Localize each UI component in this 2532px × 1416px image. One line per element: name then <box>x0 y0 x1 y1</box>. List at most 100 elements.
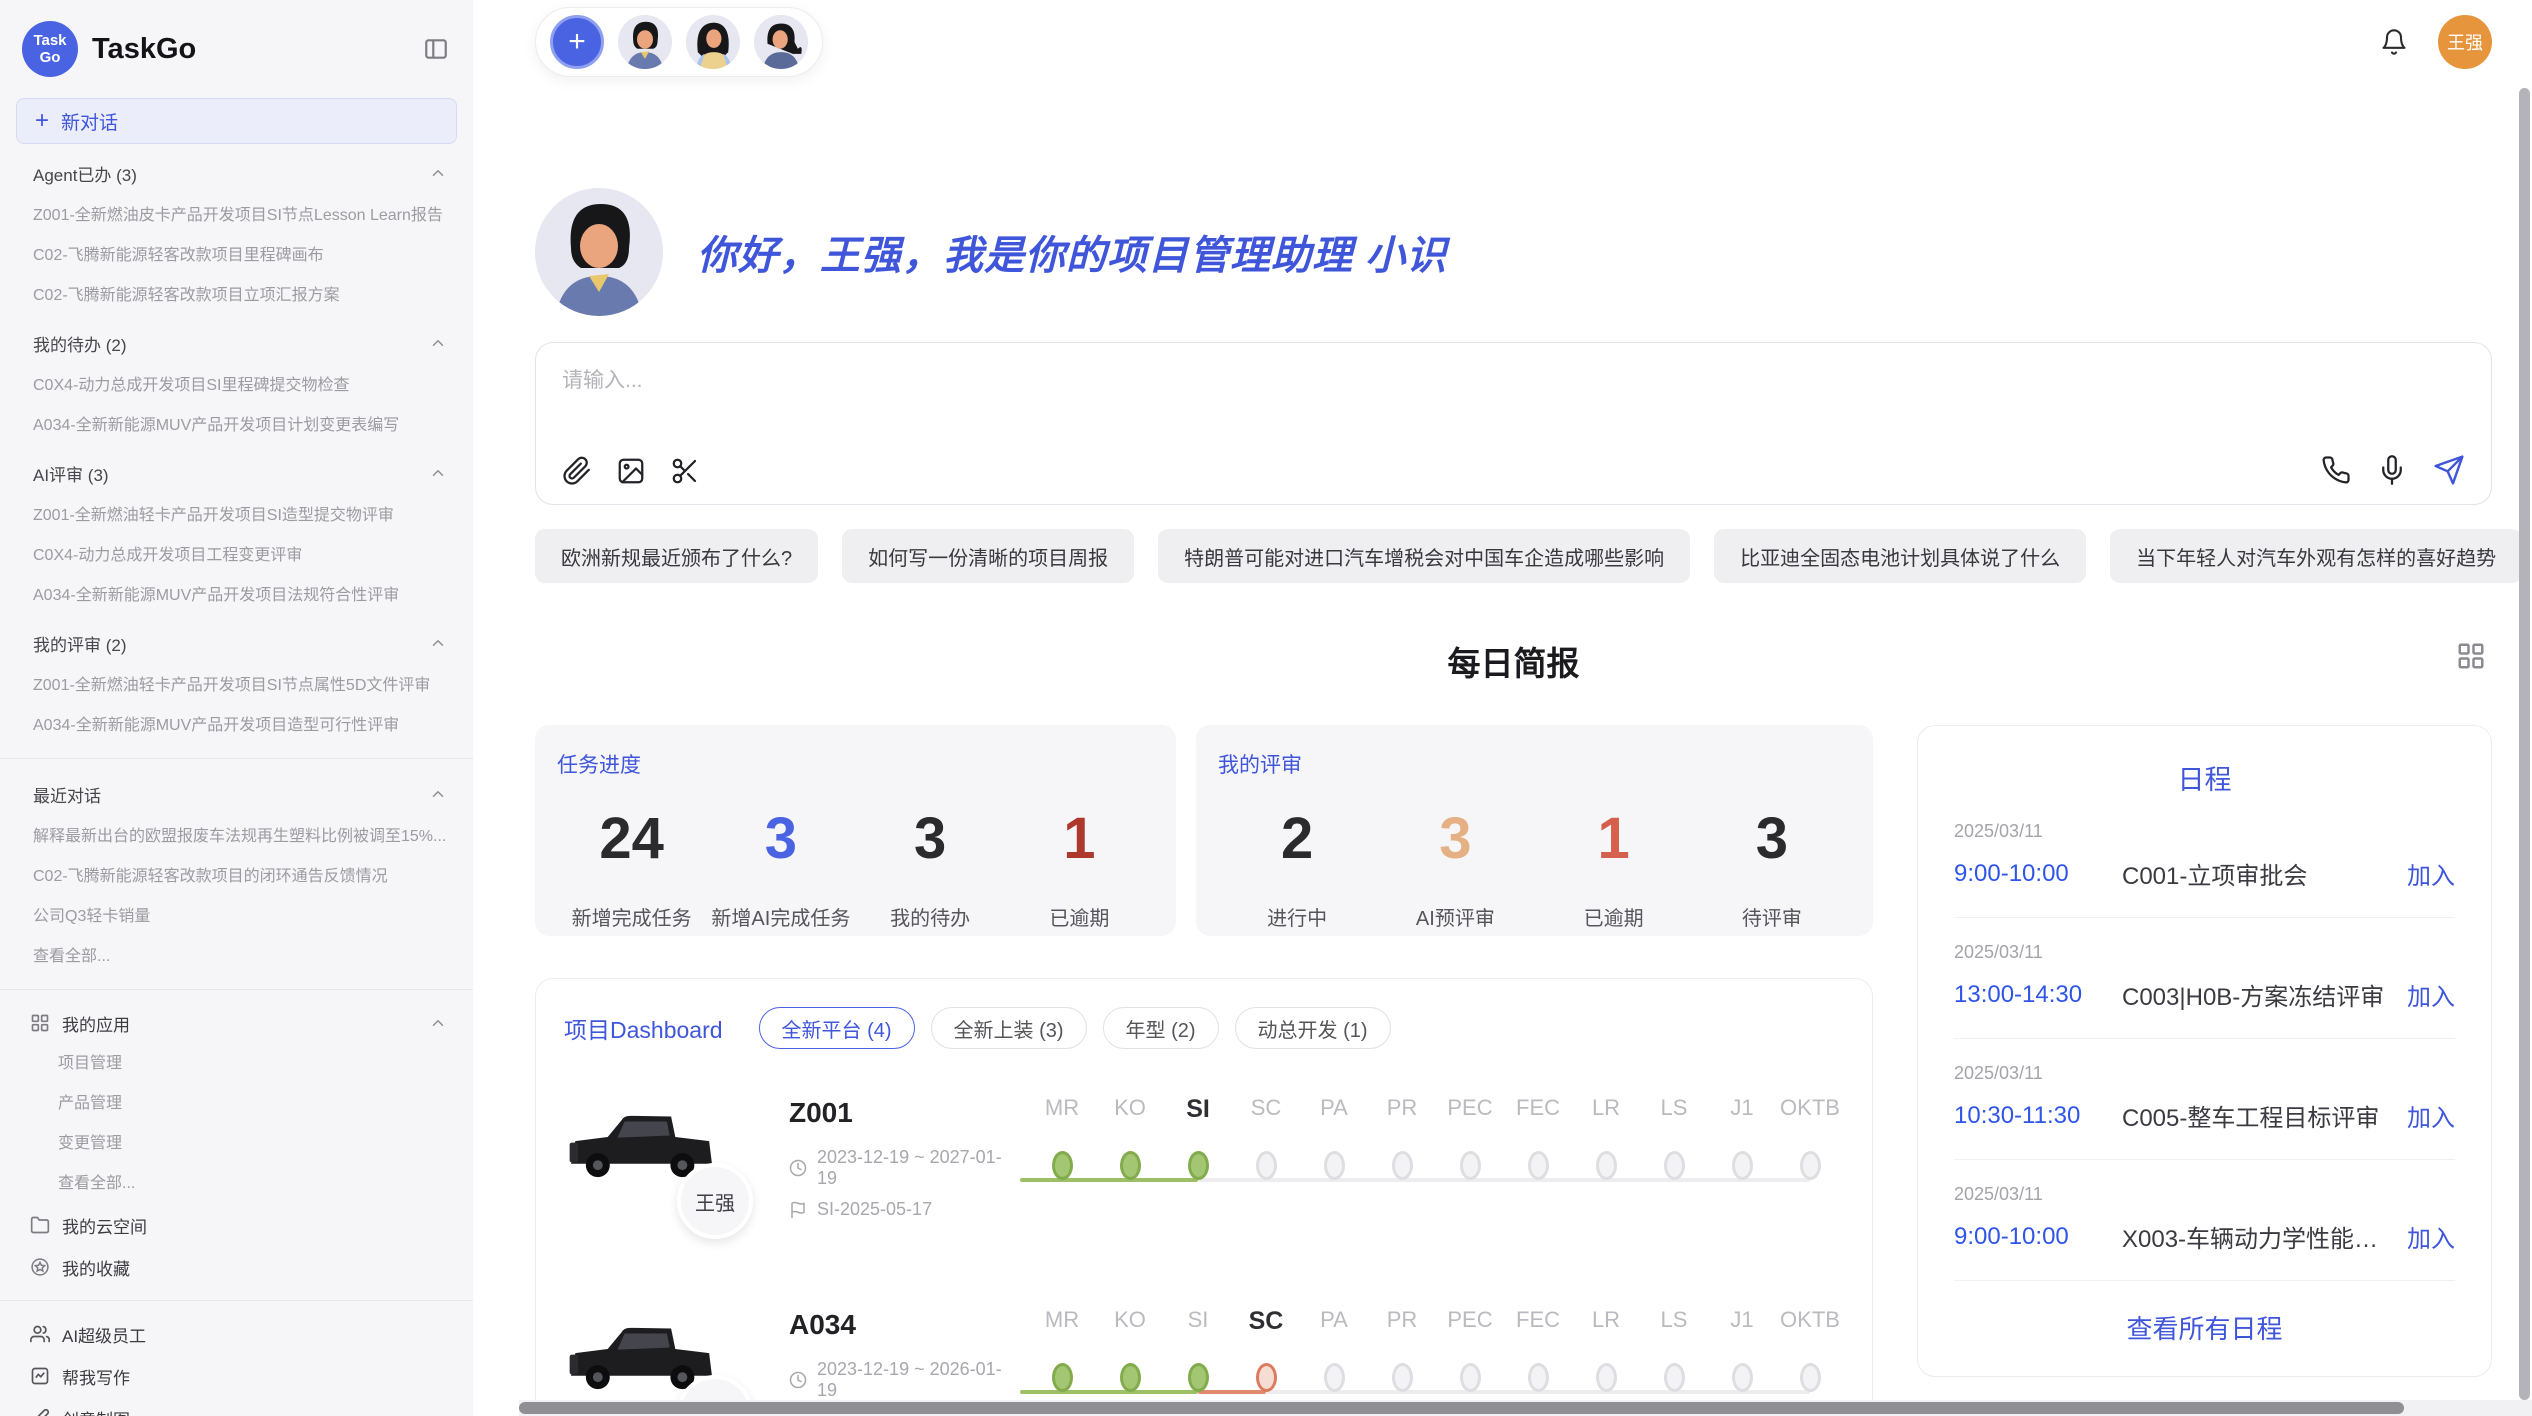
suggestion-chip[interactable]: 当下年轻人对汽车外观有怎样的喜好趋势 <box>2110 529 2522 583</box>
sidebar-item-favorites[interactable]: 我的收藏 <box>0 1246 473 1288</box>
app-item-product-mgmt[interactable]: 产品管理 <box>0 1084 473 1124</box>
notification-bell-icon[interactable] <box>2380 28 2408 56</box>
sidebar-item-creative-drawing[interactable]: 创意制图 <box>0 1397 473 1416</box>
chevron-up-icon[interactable] <box>429 164 447 182</box>
suggestion-chip[interactable]: 特朗普可能对进口汽车增税会对中国车企造成哪些影响 <box>1158 529 1690 583</box>
join-link[interactable]: 加入 <box>2407 977 2455 1012</box>
screenshot-scissors-icon[interactable] <box>670 456 700 486</box>
layout-grid-icon[interactable] <box>2456 641 2486 671</box>
horizontal-scrollbar-track[interactable] <box>519 1400 2532 1416</box>
project-info: A034 2023-12-19 ~ 2026-01-19 SC-2025-05-… <box>789 1297 1019 1416</box>
section-my-todo[interactable]: 我的待办 (2) <box>0 320 473 366</box>
collapse-sidebar-icon[interactable] <box>423 36 449 62</box>
event-time: 10:30-11:30 <box>1954 1102 2122 1130</box>
milestone-label: MR <box>1045 1095 1079 1125</box>
send-icon[interactable] <box>2433 454 2465 486</box>
stat-value: 3 <box>856 805 1005 872</box>
agent-avatar[interactable] <box>754 15 808 69</box>
new-chat-button[interactable]: + 新对话 <box>16 98 457 144</box>
sidebar-item[interactable]: C0X4-动力总成开发项目工程变更评审 <box>0 536 473 576</box>
sidebar-item[interactable]: Z001-全新燃油轻卡产品开发项目SI节点属性5D文件评审 <box>0 666 473 706</box>
recent-chat-item[interactable]: 公司Q3轻卡销量 <box>0 897 473 937</box>
sidebar-item-cloud-space[interactable]: 我的云空间 <box>0 1204 473 1246</box>
tab-all-new-platform[interactable]: 全新平台 (4) <box>759 1007 915 1049</box>
agent-avatar[interactable] <box>686 15 740 69</box>
sidebar-item[interactable]: A034-全新新能源MUV产品开发项目法规符合性评审 <box>0 576 473 616</box>
project-name: A034 <box>789 1309 1019 1341</box>
microphone-icon[interactable] <box>2377 455 2407 485</box>
agent-avatar[interactable] <box>618 15 672 69</box>
section-my-review[interactable]: 我的评审 (2) <box>0 620 473 666</box>
milestone-dot-overdue <box>1256 1363 1277 1392</box>
sidebar-item[interactable]: Z001-全新燃油轻卡产品开发项目SI造型提交物评审 <box>0 496 473 536</box>
agent-avatar-pill: + <box>535 7 823 77</box>
my-apps-label: 我的应用 <box>62 1011 417 1036</box>
greeting-block: 你好，王强，我是你的项目管理助理 小识 <box>535 188 2492 316</box>
recent-chat-item[interactable]: C02-飞腾新能源轻客改款项目的闭环通告反馈情况 <box>0 857 473 897</box>
section-recent-chats[interactable]: 最近对话 <box>0 771 473 817</box>
section-title: 最近对话 <box>33 782 101 807</box>
sidebar-item[interactable]: A034-全新新能源MUV产品开发项目造型可行性评审 <box>0 706 473 746</box>
join-link[interactable]: 加入 <box>2407 1219 2455 1254</box>
tab-year-model[interactable]: 年型 (2) <box>1103 1007 1219 1049</box>
sidebar-item-ai-super-staff[interactable]: AI超级员工 <box>0 1313 473 1355</box>
chevron-up-icon[interactable] <box>429 464 447 482</box>
milestone-label: KO <box>1114 1307 1146 1337</box>
apps-view-all[interactable]: 查看全部... <box>0 1164 473 1204</box>
suggestion-chip[interactable]: 欧洲新规最近颁布了什么? <box>535 529 818 583</box>
stat-value: 3 <box>706 805 855 872</box>
section-ai-review[interactable]: AI评审 (3) <box>0 450 473 496</box>
tab-powertrain-dev[interactable]: 动总开发 (1) <box>1235 1007 1391 1049</box>
recent-view-all[interactable]: 查看全部... <box>0 937 473 977</box>
stat-label: 进行中 <box>1218 902 1376 931</box>
sidebar-item[interactable]: C0X4-动力总成开发项目SI里程碑提交物检查 <box>0 366 473 406</box>
user-avatar[interactable]: 王强 <box>2438 15 2492 69</box>
sidebar-item[interactable]: Z001-全新燃油皮卡产品开发项目SI节点Lesson Learn报告 <box>0 196 473 236</box>
chevron-up-icon[interactable] <box>429 334 447 352</box>
join-link[interactable]: 加入 <box>2407 856 2455 891</box>
sidebar-item[interactable]: C02-飞腾新能源轻客改款项目立项汇报方案 <box>0 276 473 316</box>
section-agent-done[interactable]: Agent已办 (3) <box>0 150 473 196</box>
chevron-up-icon[interactable] <box>429 1014 447 1032</box>
project-row[interactable]: 王强 Z001 2023-12-19 ~ 2027-01-19 SI-2025-… <box>564 1085 1844 1253</box>
sidebar-item-help-me-write[interactable]: 帮我写作 <box>0 1355 473 1397</box>
attachment-icon[interactable] <box>562 456 592 486</box>
milestone-label: KO <box>1114 1095 1146 1125</box>
project-dates: 2023-12-19 ~ 2027-01-19 <box>789 1147 1019 1189</box>
greeting-text: 你好，王强，我是你的项目管理助理 小识 <box>697 223 1447 281</box>
sidebar-item[interactable]: A034-全新新能源MUV产品开发项目计划变更表编写 <box>0 406 473 446</box>
project-row[interactable]: 王强 A034 2023-12-19 ~ 2026-01-19 SC-2025-… <box>564 1297 1844 1416</box>
stat-label: 待评审 <box>1693 902 1851 931</box>
recent-chat-item[interactable]: 解释最新出台的欧盟报废车法规再生塑料比例被调至15%... <box>0 817 473 857</box>
schedule-card: 日程 2025/03/11 9:00-10:00 C001-立项审批会 加入 2… <box>1917 725 2492 1377</box>
vertical-scrollbar-thumb[interactable] <box>2519 88 2530 1400</box>
project-image: 王强 <box>564 1085 719 1213</box>
stat-label: 我的待办 <box>856 902 1005 931</box>
suggestion-chip[interactable]: 如何写一份清晰的项目周报 <box>842 529 1134 583</box>
sidebar-item-my-apps[interactable]: 我的应用 <box>0 1002 473 1044</box>
milestone-dot <box>1800 1151 1821 1180</box>
users-icon <box>30 1324 50 1344</box>
chevron-up-icon[interactable] <box>429 785 447 803</box>
tab-all-new-body[interactable]: 全新上装 (3) <box>931 1007 1087 1049</box>
project-dates: 2023-12-19 ~ 2026-01-19 <box>789 1359 1019 1401</box>
schedule-event: 2025/03/11 10:30-11:30 C005-整车工程目标评审 加入 <box>1954 1039 2455 1160</box>
milestone-track: MR KO SI SC PA PR PEC FEC LR LS J1 OKTB <box>1028 1085 1844 1180</box>
milestone-label: PA <box>1320 1307 1348 1337</box>
app-item-project-mgmt[interactable]: 项目管理 <box>0 1044 473 1084</box>
view-all-schedule-link[interactable]: 查看所有日程 <box>1954 1281 2455 1352</box>
join-link[interactable]: 加入 <box>2407 1098 2455 1133</box>
voice-call-icon[interactable] <box>2321 455 2351 485</box>
section-title: 我的评审 (2) <box>33 631 127 656</box>
add-agent-button[interactable]: + <box>550 15 604 69</box>
chevron-up-icon[interactable] <box>429 634 447 652</box>
app-item-change-mgmt[interactable]: 变更管理 <box>0 1124 473 1164</box>
sidebar-item[interactable]: C02-飞腾新能源轻客改款项目里程碑画布 <box>0 236 473 276</box>
milestone-label: MR <box>1045 1307 1079 1337</box>
suggestion-chip[interactable]: 比亚迪全固态电池计划具体说了什么 <box>1714 529 2086 583</box>
horizontal-scrollbar-thumb[interactable] <box>519 1402 2404 1414</box>
chat-input[interactable] <box>562 369 2465 393</box>
briefing-right-column: 日程 2025/03/11 9:00-10:00 C001-立项审批会 加入 2… <box>1917 725 2492 1416</box>
clock-icon <box>789 1371 807 1389</box>
image-upload-icon[interactable] <box>616 456 646 486</box>
